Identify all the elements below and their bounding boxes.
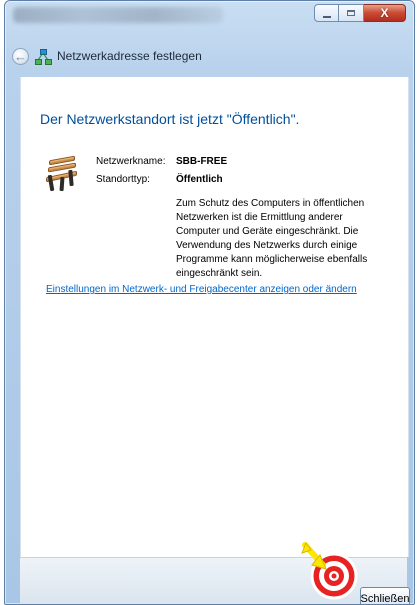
minimize-icon bbox=[322, 15, 331, 18]
network-details: Netzwerkname: SBB-FREE Standorttyp: Öffe… bbox=[96, 155, 396, 191]
location-type-value: Öffentlich bbox=[176, 174, 223, 185]
window-caption-buttons: X bbox=[314, 4, 406, 24]
minimize-button[interactable] bbox=[314, 4, 339, 22]
network-name-label: Netzwerkname: bbox=[96, 156, 166, 167]
location-type-label: Standorttyp: bbox=[96, 174, 150, 185]
dialog-content: Der Netzwerkstandort ist jetzt "Öffentli… bbox=[20, 77, 409, 557]
maximize-icon bbox=[347, 10, 355, 16]
back-arrow-icon: ← bbox=[14, 48, 27, 64]
dialog-footer: Schließen bbox=[20, 557, 410, 604]
dialog-navigation: ← Netzwerkadresse festlegen bbox=[12, 43, 407, 69]
location-type-row: Standorttyp: Öffentlich bbox=[96, 173, 396, 191]
dialog-title: Netzwerkadresse festlegen bbox=[57, 49, 202, 63]
maximize-button[interactable] bbox=[339, 4, 364, 22]
dialog-window: X ← Netzwerkadresse festlegen Der Netzwe… bbox=[4, 0, 415, 605]
back-button[interactable]: ← bbox=[12, 47, 29, 65]
screen: X ← Netzwerkadresse festlegen Der Netzwe… bbox=[0, 0, 419, 605]
public-network-description: Zum Schutz des Computers in öffentlichen… bbox=[176, 198, 368, 279]
network-icon bbox=[35, 48, 52, 65]
close-icon: X bbox=[380, 6, 389, 20]
network-sharing-center-link[interactable]: Einstellungen im Netzwerk- und Freigabec… bbox=[46, 283, 357, 297]
close-dialog-button[interactable]: Schließen bbox=[360, 587, 410, 604]
network-name-value: SBB-FREE bbox=[176, 156, 228, 167]
network-location-heading: Der Netzwerkstandort ist jetzt "Öffentli… bbox=[40, 111, 300, 127]
window-close-button[interactable]: X bbox=[364, 4, 406, 22]
network-name-row: Netzwerkname: SBB-FREE bbox=[96, 155, 396, 173]
blurred-title-bar bbox=[13, 7, 223, 23]
bench-icon bbox=[43, 152, 79, 192]
